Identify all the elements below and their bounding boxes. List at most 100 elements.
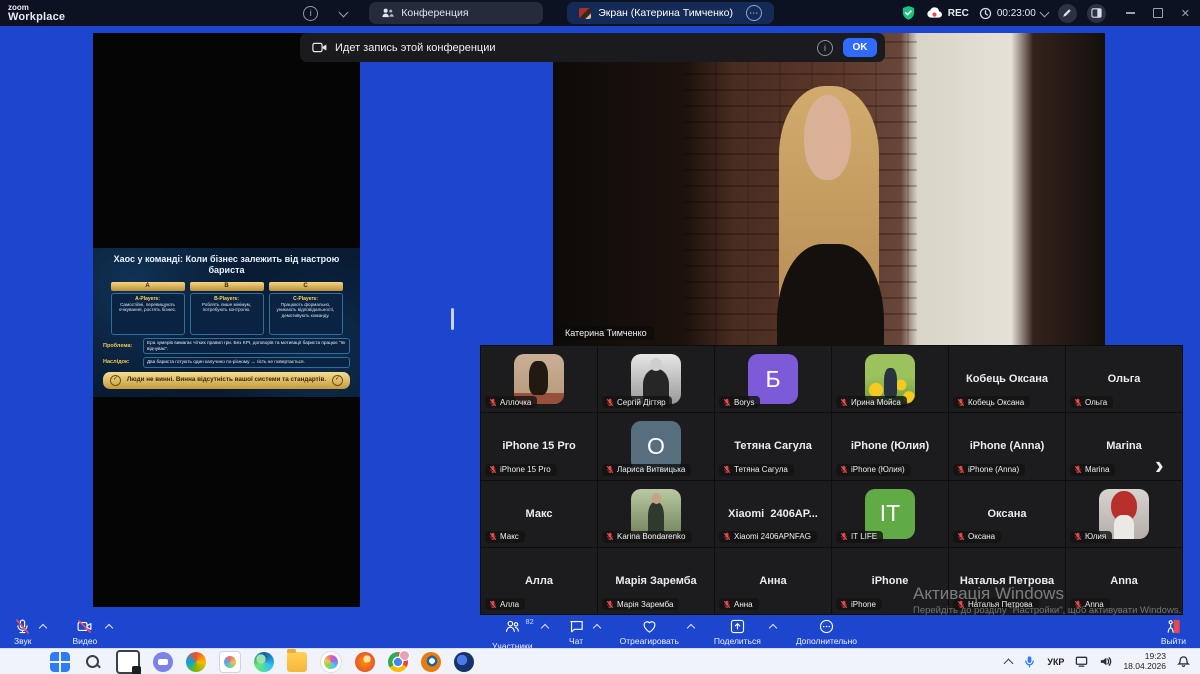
security-shield-icon[interactable] xyxy=(901,5,916,21)
zoom-app-icon[interactable] xyxy=(454,652,474,672)
participant-tile[interactable]: ОксанаОксана xyxy=(949,481,1065,547)
participant-tile[interactable]: AnnaAnna xyxy=(1066,548,1182,614)
banner-info-icon[interactable]: i xyxy=(817,40,833,56)
leave-door-icon xyxy=(1165,618,1182,635)
blender-icon[interactable] xyxy=(421,652,441,672)
tray-expand-icon[interactable] xyxy=(1004,658,1014,668)
mic-muted-icon xyxy=(840,398,848,407)
participant-tile[interactable]: БBorys xyxy=(715,346,831,412)
close-button[interactable]: ✕ xyxy=(1181,7,1190,20)
minimize-button[interactable] xyxy=(1126,12,1135,14)
share-chevron[interactable] xyxy=(769,624,777,632)
react-button[interactable]: Отреагировать xyxy=(620,618,679,646)
info-icon[interactable]: i xyxy=(303,6,318,21)
participant-tile[interactable]: Кобець ОксанаКобець Оксана xyxy=(949,346,1065,412)
participant-tile[interactable]: АннаАнна xyxy=(715,548,831,614)
file-explorer-icon[interactable] xyxy=(287,652,307,672)
more-control: Дополнительно xyxy=(796,618,857,651)
timer-chevron-icon[interactable] xyxy=(1039,7,1049,17)
participant-tile[interactable]: Марія ЗарембаМарія Заремба xyxy=(598,548,714,614)
participant-tile[interactable]: ITIT LIFE xyxy=(832,481,948,547)
maximize-button[interactable] xyxy=(1153,8,1163,18)
participant-tile[interactable]: Аллочка xyxy=(481,346,597,412)
layout-button[interactable] xyxy=(1087,4,1106,23)
mic-muted-icon xyxy=(723,465,731,474)
audio-options-chevron[interactable] xyxy=(39,624,47,632)
participants-button[interactable]: 82 Участники xyxy=(492,618,533,651)
language-indicator[interactable]: УКР xyxy=(1047,657,1064,667)
participant-tile[interactable]: iPhone (Юлия)iPhone (Юлия) xyxy=(832,413,948,479)
participant-tile[interactable]: ОЛариса Витвицька xyxy=(598,413,714,479)
participant-tile[interactable]: iPhoneiPhone xyxy=(832,548,948,614)
participant-tile[interactable]: Karina Bondarenko xyxy=(598,481,714,547)
participant-tile[interactable]: ОльгаОльга xyxy=(1066,346,1182,412)
audio-label: Звук xyxy=(14,636,31,646)
participant-tile[interactable]: МаксМакс xyxy=(481,481,597,547)
windows-start-icon[interactable] xyxy=(50,652,70,672)
audio-control: Звук xyxy=(14,618,46,646)
participant-tile[interactable]: АллаАлла xyxy=(481,548,597,614)
banner-ok-button[interactable]: OK xyxy=(843,38,877,57)
chevron-down-icon[interactable] xyxy=(339,7,349,17)
mic-muted-icon xyxy=(606,465,614,474)
tray-mic-icon[interactable] xyxy=(1023,655,1036,668)
tab-screen-share[interactable]: Экран (Катерина Тимченко) ⋯ xyxy=(567,2,774,24)
search-icon[interactable] xyxy=(83,652,103,672)
video-options-chevron[interactable] xyxy=(105,624,113,632)
speaker-video[interactable]: Катерина Тимченко xyxy=(553,33,1105,345)
meeting-timer[interactable]: 00:23:00 xyxy=(979,7,1048,20)
chat-button[interactable]: Чат xyxy=(568,618,585,646)
participant-tile[interactable]: iPhone 15 ProiPhone 15 Pro xyxy=(481,413,597,479)
layout-panel-icon xyxy=(1091,8,1102,18)
notifications-bell-icon[interactable] xyxy=(1177,655,1190,668)
participant-tile[interactable]: Ирина Мойса xyxy=(832,346,948,412)
mic-muted-icon xyxy=(1074,465,1082,474)
tab-more-icon[interactable]: ⋯ xyxy=(746,5,762,21)
copilot-icon[interactable] xyxy=(186,652,206,672)
paint-app-icon[interactable] xyxy=(320,651,342,673)
mic-muted-icon xyxy=(957,398,965,407)
share-screen-button[interactable]: Поделиться xyxy=(714,618,761,646)
row-text: Два бариста готують один капучино по-різ… xyxy=(143,357,350,367)
react-chevron[interactable] xyxy=(687,624,695,632)
teams-chat-icon[interactable] xyxy=(153,652,173,672)
leave-button[interactable]: Выйти xyxy=(1161,618,1186,646)
participant-tile[interactable]: Тетяна СагулаТетяна Сагула xyxy=(715,413,831,479)
start-video-button[interactable]: Видео xyxy=(72,618,97,646)
edge-browser-icon[interactable] xyxy=(254,652,274,672)
taskbar-clock[interactable]: 19:23 18.04.2026 xyxy=(1123,652,1166,672)
windows-taskbar: УКР 19:23 18.04.2026 xyxy=(0,648,1200,674)
participant-label: Наталья Петрова xyxy=(953,598,1039,610)
panel-resize-handle[interactable] xyxy=(451,308,454,330)
cloud-recording-icon xyxy=(926,7,943,19)
participant-label: Алла xyxy=(485,598,525,610)
mic-muted-icon xyxy=(489,465,497,474)
row-label: Проблема: xyxy=(103,338,139,355)
tab-conference[interactable]: Конференция xyxy=(369,2,543,24)
participant-label: iPhone xyxy=(836,598,882,610)
task-view-icon[interactable] xyxy=(116,650,140,674)
video-control: Видео xyxy=(72,618,112,646)
pencil-icon xyxy=(1062,8,1072,18)
gallery-next-button[interactable]: › xyxy=(1155,450,1164,481)
window-controls: ✕ xyxy=(1126,7,1190,20)
participant-tile[interactable]: MarinaMarina xyxy=(1066,413,1182,479)
participant-tile[interactable]: Наталья ПетроваНаталья Петрова xyxy=(949,548,1065,614)
volume-icon[interactable] xyxy=(1099,655,1112,668)
participant-label: Тетяна Сагула xyxy=(719,464,794,476)
photos-icon[interactable] xyxy=(219,651,241,673)
participant-tile[interactable]: Сергій Дігтяр xyxy=(598,346,714,412)
participant-label: iPhone 15 Pro xyxy=(485,464,557,476)
participant-tile[interactable]: iPhone (Anna)iPhone (Anna) xyxy=(949,413,1065,479)
firefox-icon[interactable] xyxy=(355,652,375,672)
mute-button[interactable]: Звук xyxy=(14,618,31,646)
annotate-button[interactable] xyxy=(1058,4,1077,23)
chrome-icon[interactable] xyxy=(388,652,408,672)
participant-tile[interactable]: Xiaomi 2406AP...Xiaomi 2406APNFAG xyxy=(715,481,831,547)
participant-tile[interactable]: Юлия xyxy=(1066,481,1182,547)
mic-muted-icon xyxy=(840,600,848,609)
chat-chevron[interactable] xyxy=(592,624,600,632)
participants-chevron[interactable] xyxy=(540,624,548,632)
network-display-icon[interactable] xyxy=(1075,655,1088,668)
more-button[interactable]: Дополнительно xyxy=(796,618,857,646)
